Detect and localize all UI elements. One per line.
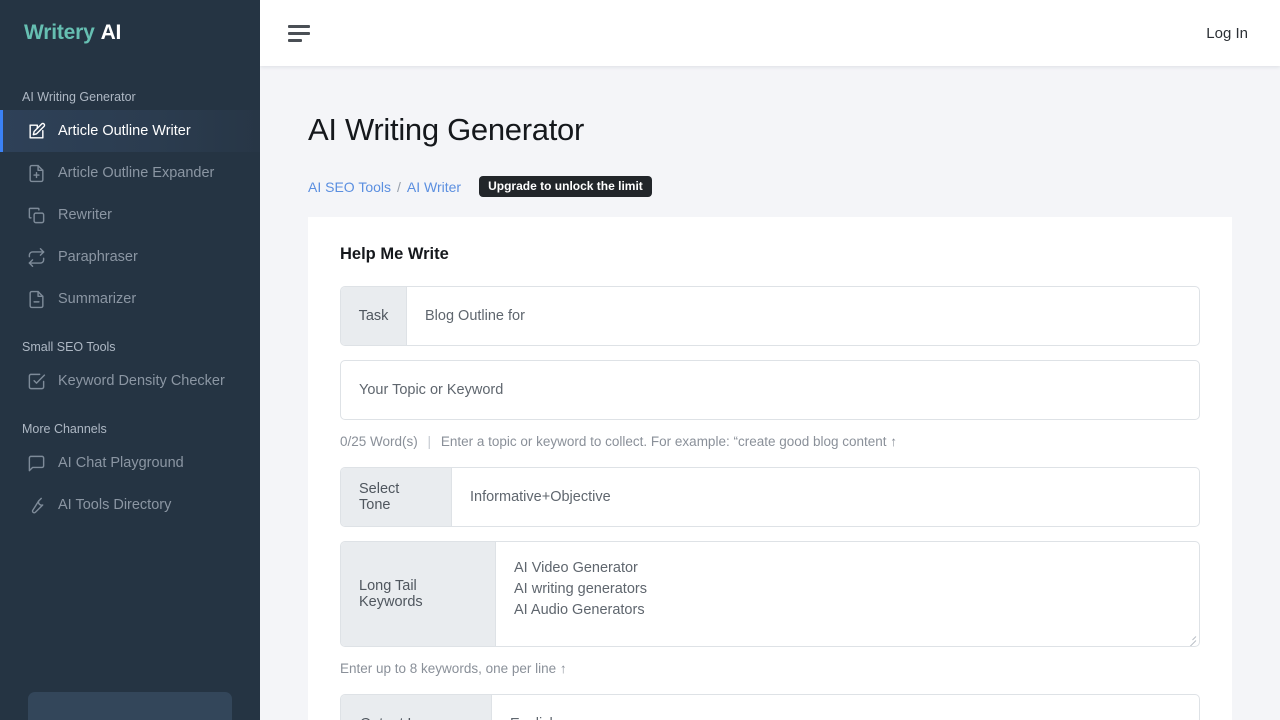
file-plus-icon	[26, 163, 46, 183]
sidebar-item-ai-tools-directory[interactable]: AI Tools Directory	[0, 484, 260, 526]
sidebar-item-rewriter[interactable]: Rewriter	[0, 194, 260, 236]
word-count: 0/25 Word(s)	[340, 434, 418, 449]
breadcrumb-link-ai-seo-tools[interactable]: AI SEO Tools	[308, 179, 391, 195]
sidebar-item-label: AI Chat Playground	[58, 455, 184, 471]
sidebar-bottom-button[interactable]	[28, 692, 232, 720]
long-tail-keywords-textarea[interactable]: AI Video Generator AI writing generators…	[496, 542, 1199, 646]
sidebar-section-title-more-channels: More Channels	[0, 416, 260, 442]
output-language-input[interactable]: English	[492, 695, 1199, 720]
long-tail-keywords-label: Long Tail Keywords	[341, 542, 496, 646]
task-field-row: Task Blog Outline for	[340, 286, 1200, 346]
output-language-field-row: Output Language English	[340, 694, 1200, 720]
app-root: Writery AI AI Writing Generator Article …	[0, 0, 1280, 720]
task-input[interactable]: Blog Outline for	[407, 287, 1199, 345]
task-field-label: Task	[341, 287, 407, 345]
top-bar: Log In	[260, 0, 1280, 66]
sidebar-section-title-small-seo-tools: Small SEO Tools	[0, 334, 260, 360]
textarea-resize-handle[interactable]	[1185, 632, 1197, 644]
breadcrumb: AI SEO Tools / AI Writer Upgrade to unlo…	[308, 176, 1232, 197]
sidebar-item-summarizer[interactable]: Summarizer	[0, 278, 260, 320]
select-tone-label: Select Tone	[341, 468, 452, 526]
topic-input[interactable]: Your Topic or Keyword	[341, 361, 1199, 419]
sidebar-item-keyword-density-checker[interactable]: Keyword Density Checker	[0, 360, 260, 402]
message-square-icon	[26, 453, 46, 473]
file-minus-icon	[26, 289, 46, 309]
keyword-line: AI Video Generator	[514, 558, 1181, 579]
keyword-line: AI Audio Generators	[514, 600, 1181, 621]
help-me-write-card: Help Me Write Task Blog Outline for Your…	[308, 217, 1232, 720]
sidebar-item-label: Rewriter	[58, 207, 112, 223]
select-tone-field-row: Select Tone Informative+Objective	[340, 467, 1200, 527]
main-area: Log In AI Writing Generator AI SEO Tools…	[260, 0, 1280, 720]
sidebar-item-label: Summarizer	[58, 291, 136, 307]
check-square-icon	[26, 371, 46, 391]
copy-icon	[26, 205, 46, 225]
page-title: AI Writing Generator	[308, 112, 1232, 148]
sidebar: Writery AI AI Writing Generator Article …	[0, 0, 260, 720]
resize-line	[1189, 640, 1196, 647]
hamburger-icon[interactable]	[288, 25, 312, 42]
brand-name-primary: Writery	[24, 21, 95, 45]
output-language-label: Output Language	[341, 695, 492, 720]
hamburger-line	[288, 39, 302, 42]
sidebar-item-article-outline-expander[interactable]: Article Outline Expander	[0, 152, 260, 194]
breadcrumb-link-ai-writer[interactable]: AI Writer	[407, 179, 461, 195]
hamburger-line	[288, 32, 310, 35]
sidebar-item-paraphraser[interactable]: Paraphraser	[0, 236, 260, 278]
edit-square-icon	[26, 121, 46, 141]
upgrade-badge[interactable]: Upgrade to unlock the limit	[479, 176, 652, 197]
topic-helper-message: Enter a topic or keyword to collect. For…	[441, 434, 897, 449]
brand-logo[interactable]: Writery AI	[0, 0, 260, 66]
select-tone-input[interactable]: Informative+Objective	[452, 468, 1199, 526]
login-button[interactable]: Log In	[1206, 25, 1248, 42]
helper-divider: |	[428, 434, 432, 449]
sidebar-item-label: Paraphraser	[58, 249, 138, 265]
sidebar-item-label: Article Outline Expander	[58, 165, 214, 181]
brand-name-secondary: AI	[101, 21, 122, 45]
long-tail-keywords-field-row: Long Tail Keywords AI Video Generator AI…	[340, 541, 1200, 647]
wrench-icon	[26, 495, 46, 515]
keyword-line: AI writing generators	[514, 579, 1181, 600]
repeat-icon	[26, 247, 46, 267]
sidebar-item-ai-chat-playground[interactable]: AI Chat Playground	[0, 442, 260, 484]
breadcrumb-separator: /	[397, 179, 401, 195]
sidebar-item-label: Article Outline Writer	[58, 123, 191, 139]
page-content: AI Writing Generator AI SEO Tools / AI W…	[260, 66, 1280, 720]
keywords-helper-text: Enter up to 8 keywords, one per line ↑	[340, 661, 1200, 676]
sidebar-item-label: Keyword Density Checker	[58, 373, 225, 389]
card-title: Help Me Write	[340, 245, 1200, 264]
sidebar-section-title-ai-writing-generator: AI Writing Generator	[0, 84, 260, 110]
hamburger-line	[288, 25, 310, 28]
sidebar-item-article-outline-writer[interactable]: Article Outline Writer	[0, 110, 260, 152]
topic-helper-text: 0/25 Word(s) | Enter a topic or keyword …	[340, 434, 1200, 449]
topic-field-row: Your Topic or Keyword	[340, 360, 1200, 420]
sidebar-item-label: AI Tools Directory	[58, 497, 171, 513]
